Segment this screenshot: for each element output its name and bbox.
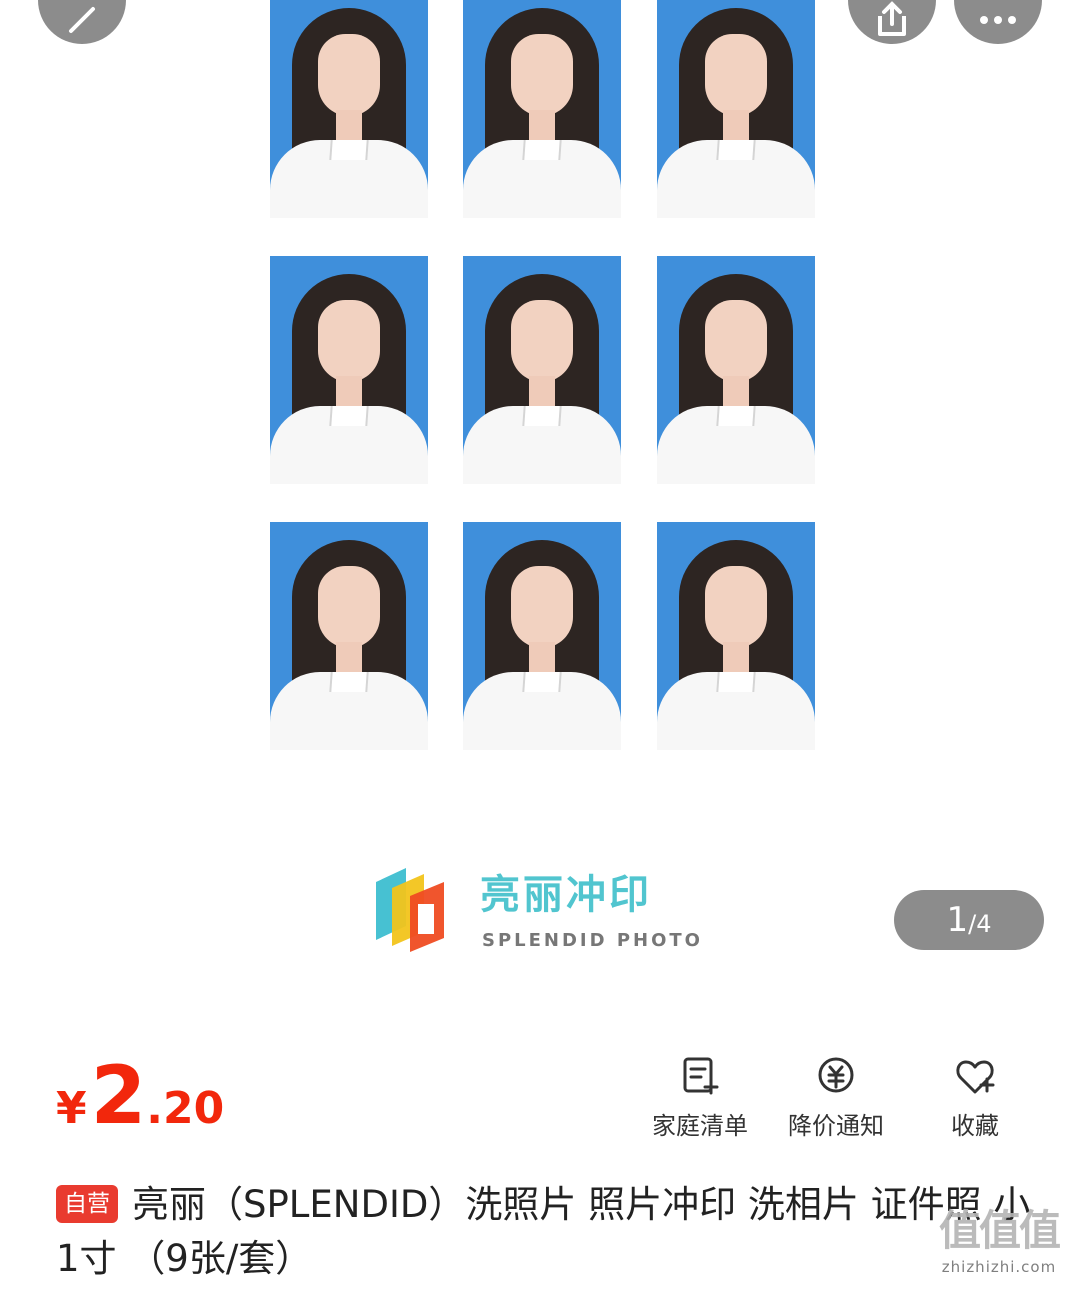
product-info: ¥ 2 .20 家庭清单 降价通知 收藏 自营 亮丽（SPLENDID）洗照片 …	[0, 1000, 1080, 1295]
watermark-icons: 值值值	[938, 1206, 1061, 1255]
brand-mark-icon	[376, 868, 444, 952]
brand-name: 亮丽冲印	[480, 872, 652, 918]
id-photo	[270, 522, 428, 750]
product-title-row: 自营 亮丽（SPLENDID）洗照片 照片冲印 洗相片 证件照 小1寸 （9张/套…	[56, 1178, 1036, 1286]
self-operated-badge: 自营	[56, 1185, 118, 1223]
favorite-label: 收藏	[951, 1112, 999, 1140]
heart-icon	[956, 1060, 995, 1094]
watermark-text: zhizhizhi.com	[941, 1258, 1057, 1276]
family-list-button[interactable]: 家庭清单	[640, 1054, 760, 1141]
price-drop-button[interactable]: 降价通知	[776, 1054, 896, 1141]
id-photo	[463, 0, 621, 218]
more-icon	[980, 16, 1016, 24]
id-photo	[657, 0, 815, 218]
favorite-button[interactable]: 收藏	[915, 1054, 1035, 1141]
more-button[interactable]	[954, 0, 1042, 44]
family-list-icon	[683, 1057, 719, 1095]
current-image-index: 1	[946, 900, 969, 940]
id-photo	[270, 256, 428, 484]
id-photo	[270, 0, 428, 218]
back-button[interactable]	[38, 0, 126, 44]
brand-logo: 亮丽冲印 SPLENDID PHOTO	[372, 856, 712, 958]
id-photo	[463, 522, 621, 750]
price-drop-icon	[818, 1057, 854, 1093]
price: ¥ 2 .20	[56, 1056, 224, 1136]
total-images: /4	[968, 910, 992, 938]
share-icon	[878, 1, 906, 36]
id-photo	[657, 256, 815, 484]
brand-subtitle: SPLENDID PHOTO	[482, 930, 703, 951]
id-photo	[657, 522, 815, 750]
price-integer: 2	[90, 1049, 147, 1142]
share-button[interactable]	[848, 0, 936, 44]
price-decimal: .20	[146, 1083, 225, 1134]
back-icon	[69, 7, 95, 33]
image-counter: 1 /4	[894, 890, 1044, 950]
price-currency: ¥	[56, 1083, 87, 1134]
product-image-gallery[interactable]: 亮丽冲印 SPLENDID PHOTO 1 /4	[0, 0, 1080, 1000]
price-drop-label: 降价通知	[788, 1112, 884, 1140]
product-actions: 家庭清单 降价通知 收藏	[640, 1054, 1030, 1144]
watermark: 值值值 zhizhizhi.com	[924, 1197, 1074, 1285]
id-photo	[463, 256, 621, 484]
product-title: 亮丽（SPLENDID）洗照片 照片冲印 洗相片 证件照 小1寸 （9张/套）	[56, 1183, 1031, 1280]
id-photo-grid	[270, 0, 815, 750]
family-list-label: 家庭清单	[652, 1112, 748, 1140]
